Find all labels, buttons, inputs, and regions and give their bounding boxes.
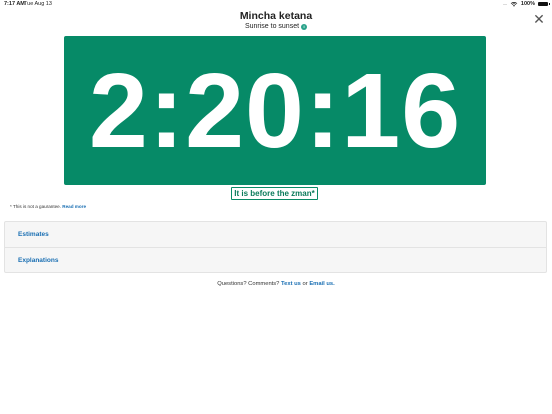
- status-badge: It is before the zman*: [231, 187, 318, 200]
- status-right: .... 100%: [502, 1, 550, 7]
- footer-or: or: [302, 281, 308, 287]
- status-time: 7:17 AM: [4, 1, 25, 7]
- section-estimates[interactable]: Estimates: [5, 222, 546, 247]
- read-more-link[interactable]: Read more: [62, 204, 86, 209]
- battery-percent: 100%: [520, 1, 535, 7]
- status-bar: 7:17 AM Tue Aug 13 .... 100%: [0, 0, 552, 9]
- countdown-timer: 2:20:16: [64, 36, 486, 185]
- page-title: Mincha ketana: [239, 10, 313, 22]
- disclaimer-text: * This is not a gaurantee.: [10, 204, 61, 209]
- sections-panel: Estimates Explanations: [4, 221, 547, 273]
- disclaimer: * This is not a gaurantee. Read more: [10, 204, 86, 209]
- signal-icon: ....: [502, 1, 508, 7]
- countdown-value: 2:20:16: [88, 51, 462, 170]
- email-us-link[interactable]: Email us.: [309, 281, 334, 287]
- footer: Questions? Comments? Text us or Email us…: [0, 281, 552, 287]
- status-date: Tue Aug 13: [24, 1, 52, 7]
- info-icon[interactable]: i: [301, 23, 308, 30]
- section-explanations[interactable]: Explanations: [5, 247, 546, 273]
- battery-icon: [538, 2, 550, 6]
- wifi-icon: [510, 1, 518, 7]
- footer-prefix: Questions? Comments?: [217, 281, 280, 287]
- page-subtitle: Sunrise to sunset i: [0, 23, 552, 30]
- subtitle-text: Sunrise to sunset: [244, 23, 300, 30]
- text-us-link[interactable]: Text us: [281, 281, 301, 287]
